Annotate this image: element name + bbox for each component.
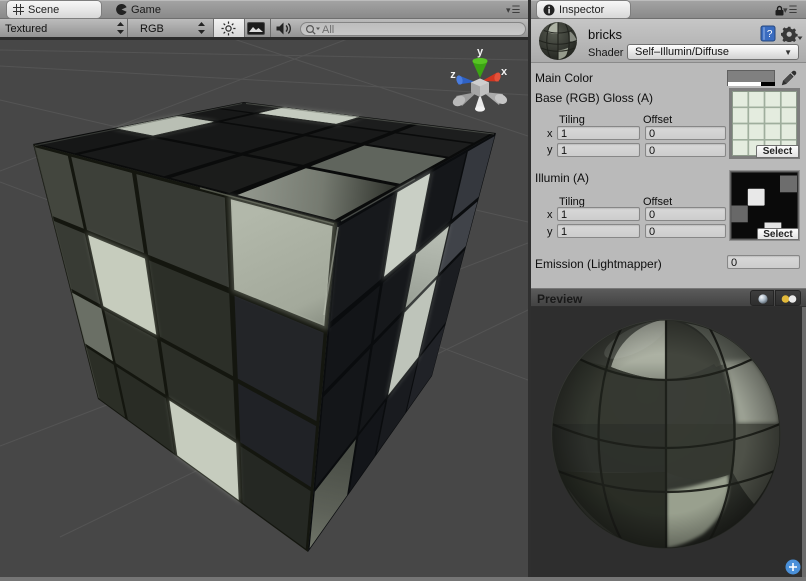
svg-text:z: z bbox=[450, 69, 456, 81]
svg-text:x: x bbox=[501, 66, 508, 78]
svg-text:?: ? bbox=[767, 29, 773, 40]
svg-text:y: y bbox=[477, 46, 484, 58]
